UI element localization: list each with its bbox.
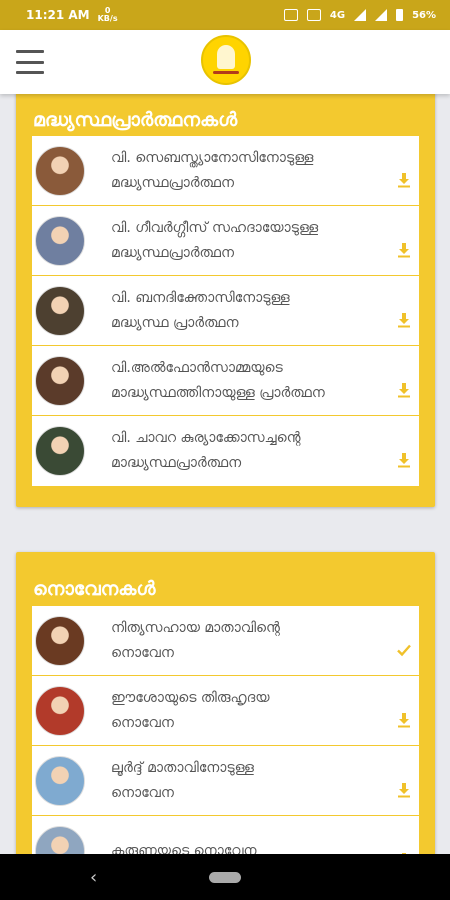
saint-avatar: [35, 615, 85, 666]
list-item[interactable]: വി. ചാവറ കുര്യാക്കോസച്ചന്റെ മാദ്ധ്യസ്ഥപ്…: [32, 416, 419, 486]
list-item[interactable]: വി.അൽഫോൻസാമ്മയുടെ മാദ്ധ്യസ്ഥത്തിനായുള്ള …: [32, 346, 419, 416]
download-icon[interactable]: [396, 172, 412, 188]
list-item-label: വി. ഗീവർഗ്ഗീസ് സഹദായോടുള്ള മദ്ധ്യസ്ഥപ്രാ…: [111, 219, 319, 261]
list-item-label: വി. ചാവറ കുര്യാക്കോസച്ചന്റെ മാദ്ധ്യസ്ഥപ്…: [111, 430, 301, 471]
download-icon[interactable]: [396, 242, 412, 258]
network-speed-unit: KB/s: [97, 14, 118, 23]
volte-icon: [283, 9, 298, 21]
list-item-label: ലൂർദ്ദ് മാതാവിനോടുള്ള നൊവേന: [111, 759, 254, 801]
network-speed: 0 KB/s: [98, 7, 118, 23]
list-item-label: നിത്യസഹായ മാതാവിന്റെ നൊവേന: [111, 619, 280, 661]
list-item[interactable]: വി. സെബസ്ത്യാനോസിനോടുള്ള മദ്ധ്യസ്ഥപ്രാർത…: [32, 136, 419, 206]
check-icon[interactable]: [396, 642, 412, 658]
section-card-novenas: നൊവേനകൾ നിത്യസഹായ മാതാവിന്റെ നൊവേന ഈശോയുട…: [16, 552, 435, 854]
section-card-intercessory: മദ്ധ്യസ്ഥപ്രാർത്ഥനകൾ വി. സെബസ്ത്യാനോസിനോ…: [16, 94, 435, 507]
download-icon[interactable]: [396, 712, 412, 728]
saint-avatar: [35, 755, 85, 806]
saint-avatar: [35, 215, 85, 266]
network-type: 4G: [329, 9, 346, 21]
list-item-label: കരുണയുടെ നൊവേന: [111, 842, 257, 855]
menu-icon[interactable]: [16, 50, 44, 74]
saint-avatar: [35, 685, 85, 736]
list-item-label: വി.അൽഫോൻസാമ്മയുടെ മാദ്ധ്യസ്ഥത്തിനായുള്ള …: [111, 359, 325, 401]
wifi-calling-icon: [306, 9, 321, 21]
list-item-label: വി. സെബസ്ത്യാനോസിനോടുള്ള മദ്ധ്യസ്ഥപ്രാർത…: [111, 149, 314, 191]
back-button[interactable]: ‹: [90, 867, 97, 888]
list-item[interactable]: ലൂർദ്ദ് മാതാവിനോടുള്ള നൊവേന: [32, 746, 419, 816]
download-icon[interactable]: [396, 452, 412, 468]
battery-icon: [396, 9, 404, 21]
download-icon[interactable]: [396, 382, 412, 398]
navigation-bar: ‹: [0, 854, 450, 900]
status-indicators: 4G 56%: [283, 9, 436, 21]
battery-level: 56%: [412, 9, 436, 21]
status-time: 11:21 AM: [26, 8, 90, 22]
cell-signal-icon: [354, 9, 367, 21]
list-item[interactable]: നിത്യസഹായ മാതാവിന്റെ നൊവേന: [32, 606, 419, 676]
status-bar: 11:21 AM 0 KB/s 4G 56%: [0, 0, 450, 30]
list-item[interactable]: വി. ബനദിക്തോസിനോടുള്ള മദ്ധ്യസ്ഥ പ്രാർത്ഥ…: [32, 276, 419, 346]
section-list: നിത്യസഹായ മാതാവിന്റെ നൊവേന ഈശോയുടെ തിരുഹൃ…: [32, 606, 419, 854]
list-item-label: വി. ബനദിക്തോസിനോടുള്ള മദ്ധ്യസ്ഥ പ്രാർത്ഥ…: [111, 289, 290, 331]
list-item[interactable]: ഈശോയുടെ തിരുഹൃദയ നൊവേന: [32, 676, 419, 746]
list-item[interactable]: വി. ഗീവർഗ്ഗീസ് സഹദായോടുള്ള മദ്ധ്യസ്ഥപ്രാ…: [32, 206, 419, 276]
cell-signal-2-icon: [375, 9, 388, 21]
logo-script: [213, 71, 239, 74]
app-bar: [0, 30, 450, 94]
saint-avatar: [35, 426, 85, 476]
saint-avatar: [35, 285, 85, 336]
praying-hands-icon: [217, 45, 235, 69]
download-icon[interactable]: [396, 312, 412, 328]
main-content[interactable]: മദ്ധ്യസ്ഥപ്രാർത്ഥനകൾ വി. സെബസ്ത്യാനോസിനോ…: [0, 94, 450, 854]
download-icon[interactable]: [396, 782, 412, 798]
saint-avatar: [35, 826, 85, 854]
saint-avatar: [35, 355, 85, 406]
list-item[interactable]: കരുണയുടെ നൊവേന: [32, 816, 419, 854]
home-button[interactable]: [209, 872, 241, 883]
section-title: നൊവേനകൾ: [33, 578, 156, 600]
app-logo: [201, 35, 251, 85]
section-list: വി. സെബസ്ത്യാനോസിനോടുള്ള മദ്ധ്യസ്ഥപ്രാർത…: [32, 136, 419, 486]
saint-avatar: [35, 145, 85, 196]
section-title: മദ്ധ്യസ്ഥപ്രാർത്ഥനകൾ: [33, 109, 238, 131]
list-item-label: ഈശോയുടെ തിരുഹൃദയ നൊവേന: [111, 689, 270, 731]
